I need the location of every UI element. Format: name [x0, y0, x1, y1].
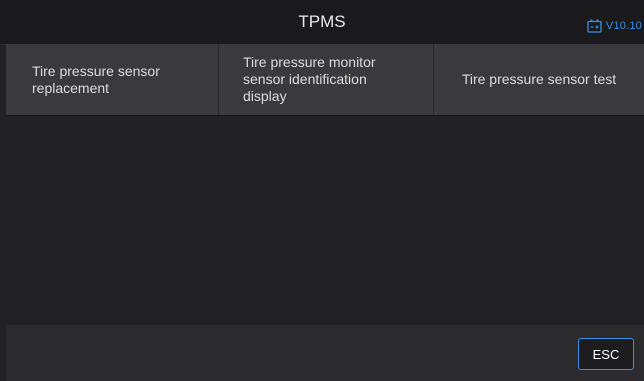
- header-bar: TPMS V10.10: [0, 0, 644, 45]
- menu-item-sensor-id-display[interactable]: Tire pressure monitor sensor identificat…: [218, 44, 433, 115]
- tpms-screen: TPMS V10.10 Tire pressure sensor replace…: [0, 0, 644, 381]
- battery-icon: [587, 19, 602, 33]
- menu-item-label: Tire pressure sensor test: [461, 71, 617, 87]
- function-menu: Tire pressure sensor replacement Tire pr…: [6, 44, 644, 116]
- page-title: TPMS: [298, 12, 346, 31]
- esc-button[interactable]: ESC: [578, 338, 634, 370]
- menu-item-sensor-test[interactable]: Tire pressure sensor test: [433, 44, 644, 115]
- menu-item-label: Tire pressure sensor replacement: [32, 62, 160, 96]
- menu-item-sensor-replacement[interactable]: Tire pressure sensor replacement: [6, 44, 218, 115]
- content-area: [6, 116, 644, 325]
- version-indicator: V10.10: [587, 18, 642, 34]
- menu-item-label: Tire pressure monitor sensor identificat…: [243, 54, 376, 104]
- footer-bar: ESC: [6, 325, 644, 381]
- version-label: V10.10: [605, 20, 642, 32]
